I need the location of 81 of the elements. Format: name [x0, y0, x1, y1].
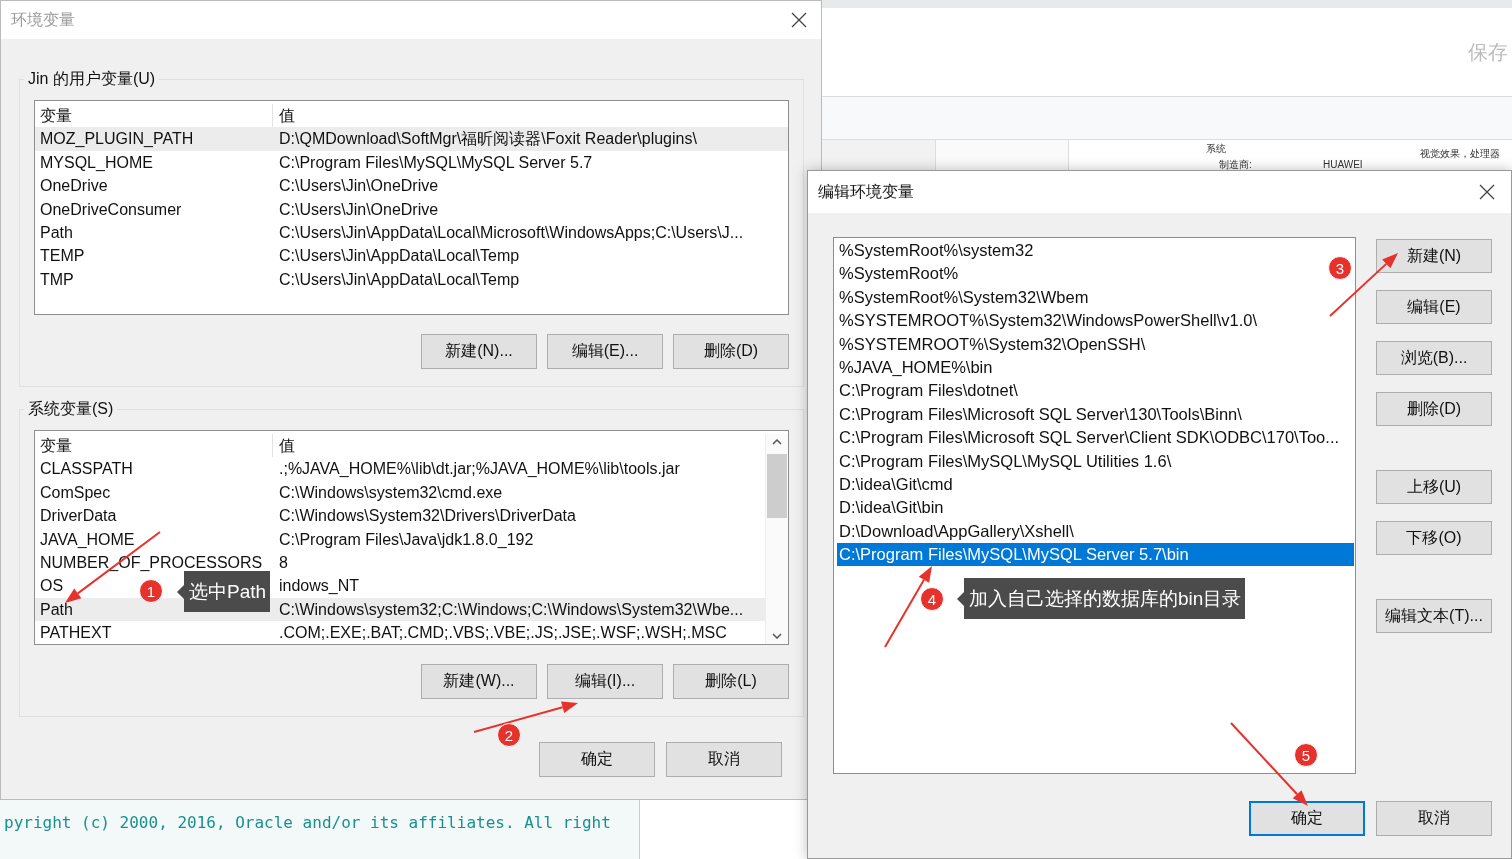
column-header[interactable]: 值 — [273, 434, 295, 458]
variable-value[interactable]: C:\Users\Jin\OneDrive — [273, 174, 439, 198]
variable-value[interactable]: indows_NT — [273, 574, 360, 598]
dialog-button[interactable]: 编辑(E) — [1376, 290, 1492, 324]
variable-name[interactable]: ComSpec — [35, 480, 111, 505]
variable-name[interactable]: Path — [35, 220, 73, 245]
variable-value[interactable]: C:\Windows\System32\Drivers\DriverData — [273, 504, 576, 528]
variable-name[interactable]: CLASSPATH — [35, 457, 133, 481]
variable-name[interactable]: OneDriveConsumer — [35, 197, 182, 221]
window-title: 环境变量 — [11, 9, 75, 30]
path-entry[interactable]: %SystemRoot%\System32\Wbem — [837, 285, 1091, 310]
dialog-button[interactable]: 下移(O) — [1376, 521, 1492, 555]
path-entry[interactable]: D:\idea\Git\cmd — [837, 472, 955, 497]
path-entry[interactable]: C:\Program Files\Microsoft SQL Server\130\Tools\Binn\ — [837, 402, 1244, 427]
close-icon — [791, 12, 807, 28]
variable-name[interactable]: JAVA_HOME — [35, 527, 135, 551]
variable-name[interactable]: TEMP — [35, 244, 85, 268]
variable-value[interactable]: D:\QMDownload\SoftMgr\福昕阅读器\Foxit Reader\plugins\ — [273, 127, 788, 151]
dialog-button[interactable]: 编辑(I)... — [547, 664, 663, 699]
variable-name[interactable]: PATHEXT — [35, 621, 112, 645]
variable-name[interactable]: MYSQL_HOME — [35, 150, 153, 175]
group-label: Jin 的用户变量(U) — [27, 69, 157, 89]
variable-name[interactable]: OneDrive — [35, 174, 108, 198]
column-header[interactable]: 值 — [273, 104, 295, 128]
path-entry[interactable]: D:\idea\Git\bin — [837, 496, 946, 520]
path-entry[interactable]: %SystemRoot%\system32 — [837, 239, 1036, 263]
path-entry[interactable]: C:\Program Files\Microsoft SQL Server\Client SDK\ODBC\170\Too... — [837, 426, 1342, 450]
dialog-button[interactable]: 新建(W)... — [421, 664, 537, 699]
variable-value[interactable]: 8 — [273, 550, 288, 575]
description-text: 视觉效果，处理器 — [1420, 148, 1500, 159]
field-label: 制造商: — [1219, 159, 1253, 171]
path-entry[interactable]: %SystemRoot% — [837, 262, 961, 286]
group-label: 系统变量(S) — [27, 399, 115, 419]
window-title: 编辑环境变量 — [818, 181, 914, 202]
variable-value[interactable]: C:\Users\Jin\AppData\Local\Microsoft\WindowsApps;C:\Users\J... — [273, 220, 744, 245]
variable-value[interactable]: C:\Program Files\Java\jdk1.8.0_192 — [273, 527, 534, 551]
close-icon — [1479, 184, 1495, 200]
path-entry[interactable]: %SYSTEMROOT%\System32\OpenSSH\ — [837, 332, 1148, 356]
dialog-button[interactable]: 确定 — [539, 742, 655, 777]
section-label: 系统 — [1206, 143, 1227, 155]
dialog-button[interactable]: 确定 — [1249, 801, 1365, 836]
console-text: pyright (c) 2000, 2016, Oracle and/or its affiliates. All right — [4, 813, 611, 832]
variable-name[interactable]: MOZ_PLUGIN_PATH — [35, 127, 273, 151]
dialog-button[interactable]: 浏览(B)... — [1376, 341, 1492, 375]
path-entry[interactable]: D:\Download\AppGallery\Xshell\ — [837, 519, 1076, 544]
dialog-button[interactable]: 取消 — [1376, 801, 1492, 836]
dialog-button[interactable]: 删除(L) — [673, 664, 789, 699]
variable-value[interactable]: C:\Program Files\MySQL\MySQL Server 5.7 — [273, 150, 593, 175]
variable-value[interactable]: C:\Users\Jin\AppData\Local\Temp — [273, 267, 520, 292]
path-entry[interactable]: C:\Program Files\dotnet\ — [837, 379, 1020, 403]
page-heading: 保存 — [1468, 39, 1508, 65]
variable-value[interactable]: .COM;.EXE;.BAT;.CMD;.VBS;.VBE;.JS;.JSE;.WSF;.WSH;.MSC — [273, 621, 727, 645]
variable-value[interactable]: C:\Users\Jin\AppData\Local\Temp — [273, 244, 520, 268]
dialog-button[interactable]: 新建(N) — [1376, 239, 1492, 273]
variable-name[interactable]: OS — [35, 574, 64, 598]
scrollbar-thumb[interactable] — [767, 454, 787, 518]
variable-name[interactable]: DriverData — [35, 504, 117, 528]
variable-value[interactable]: .;%JAVA_HOME%\lib\dt.jar;%JAVA_HOME%\lib\tools.jar — [273, 457, 680, 481]
dialog-button[interactable]: 编辑(E)... — [547, 334, 663, 369]
dialog-button[interactable]: 删除(D) — [673, 334, 789, 369]
dialog-button[interactable]: 新建(N)... — [421, 334, 537, 369]
dialog-button[interactable]: 删除(D) — [1376, 392, 1492, 426]
arrow — [1329, 253, 1398, 317]
chevron-up-icon[interactable] — [772, 439, 782, 445]
callout-tooltip: 加入自己选择的数据库的bin目录 — [957, 578, 1246, 619]
dialog-button[interactable]: 上移(U) — [1376, 470, 1492, 504]
path-entry[interactable]: %JAVA_HOME%\bin — [837, 355, 995, 380]
variable-value[interactable]: C:\Windows\system32\cmd.exe — [273, 480, 503, 505]
path-entry[interactable]: %SYSTEMROOT%\System32\WindowsPowerShell\v1.0\ — [837, 309, 1260, 333]
path-entry[interactable]: C:\Program Files\MySQL\MySQL Utilities 1.6\ — [837, 449, 1174, 473]
path-entry[interactable]: C:\Program Files\MySQL\MySQL Server 5.7\bin — [837, 543, 1354, 567]
column-header[interactable]: 变量 — [35, 434, 273, 458]
scrollbar[interactable] — [765, 434, 788, 644]
variable-name[interactable]: TMP — [35, 267, 74, 292]
chevron-down-icon[interactable] — [772, 633, 782, 639]
dialog-button[interactable]: 取消 — [666, 742, 782, 777]
dialog-button[interactable]: 编辑文本(T)... — [1376, 599, 1492, 633]
field-value: HUAWEI — [1323, 159, 1363, 171]
variable-value[interactable]: C:\Users\Jin\OneDrive — [273, 197, 439, 221]
callout-tooltip: 选中Path — [177, 571, 271, 612]
variable-value[interactable]: C:\Windows\system32;C:\Windows;C:\Windows\System32\Wbe... — [273, 597, 765, 622]
